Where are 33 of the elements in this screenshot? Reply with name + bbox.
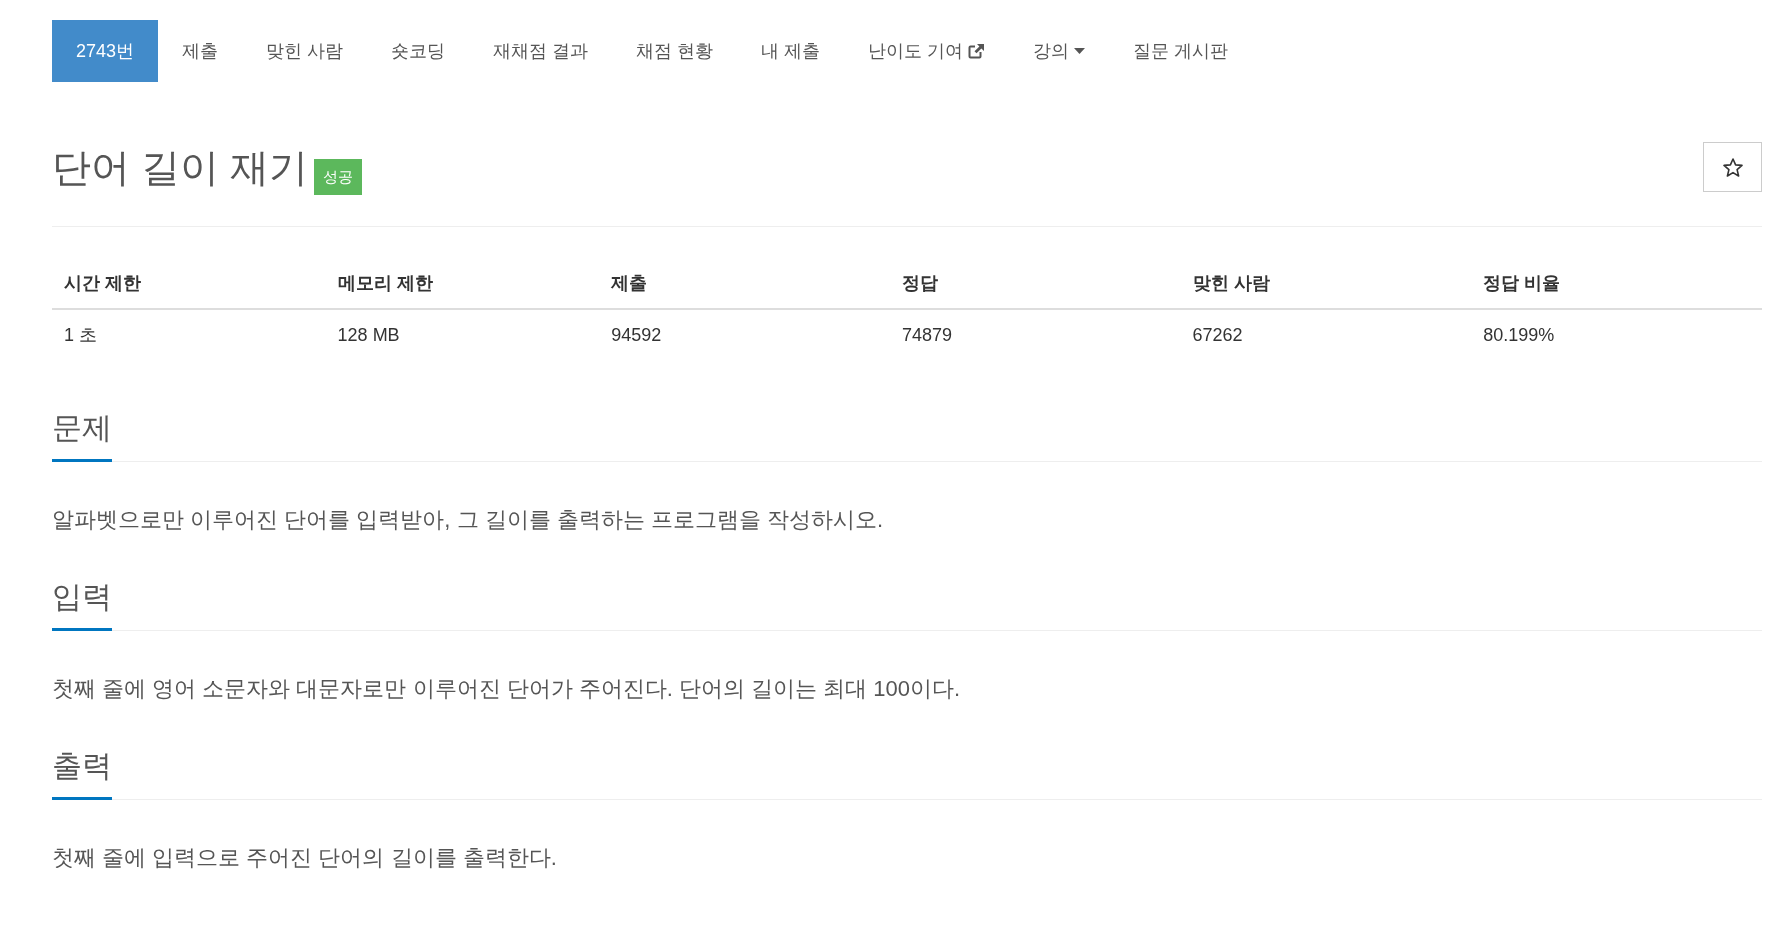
table-cell: 1 초 [52,309,326,360]
table-cell: 74879 [889,309,1181,360]
nav-tab[interactable]: 강의 [1009,20,1110,82]
section-text: 첫째 줄에 영어 소문자와 대문자로만 이루어진 단어가 주어진다. 단어의 길이는 최대 100이다. [52,675,962,703]
nav-tab[interactable]: 숏코딩 [367,20,470,82]
nav-tab[interactable]: 맞힌 사람 [242,20,368,82]
table-header-cell: 메모리 제한 [325,258,600,309]
section-text: 첫째 줄에 입력으로 주어진 단어의 길이를 출력한다. [52,844,558,872]
nav-tab[interactable]: 채점 현황 [612,20,738,82]
nav-tab[interactable]: 내 제출 [737,20,845,82]
table-header-cell: 정답 [889,258,1181,309]
nav-tab[interactable]: 2743번 [52,20,159,82]
table-header-cell: 맞힌 사람 [1180,258,1472,309]
table-cell: 128 MB [325,309,600,360]
nav-tab[interactable]: 질문 게시판 [1109,20,1253,82]
table-header-cell: 정답 비율 [1471,258,1762,309]
status-badge: 성공 [313,159,362,195]
table-cell: 94592 [599,309,890,360]
section-heading: 문제 [52,408,112,462]
caret-icon [1074,48,1086,54]
table-header-cell: 제출 [599,258,890,309]
nav-tab[interactable]: 제출 [158,20,243,82]
table-cell: 67262 [1180,309,1472,360]
nav-tab[interactable]: 난이도 기여 [844,20,1010,82]
section-heading: 출력 [52,746,112,800]
table-cell: 80.199% [1471,309,1762,360]
favorite-button[interactable] [1703,142,1762,192]
problem-title: 단어 길이 재기 [52,145,308,191]
table-header-cell: 시간 제한 [52,258,326,309]
section-text: 알파벳으로만 이루어진 단어를 입력받아, 그 길이를 출력하는 프로그램을 작성하시오. [52,506,885,534]
external-link-icon [968,43,986,59]
section-heading: 입력 [52,577,112,631]
nav-tab[interactable]: 재채점 결과 [469,20,613,82]
